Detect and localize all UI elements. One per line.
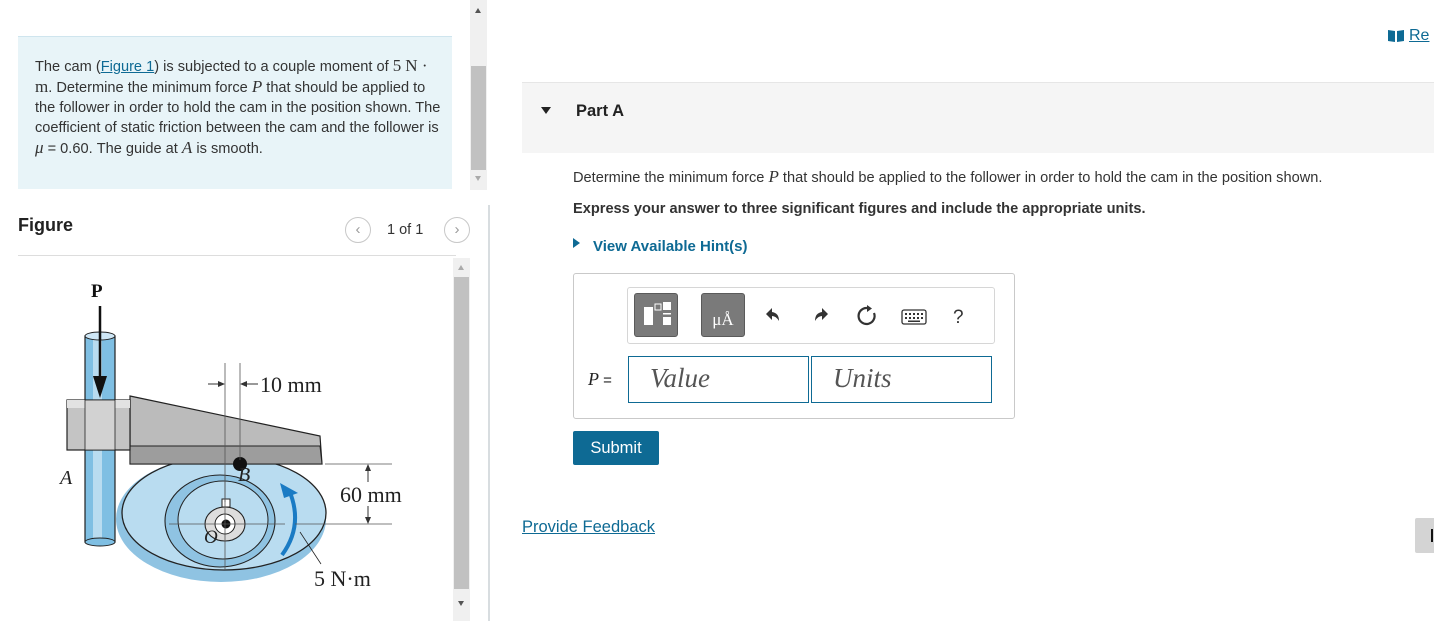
label-point-b: B [238, 464, 250, 486]
scroll-up-arrow-icon[interactable] [475, 8, 481, 13]
label-offset-dimension: 10 mm [260, 372, 322, 397]
question-variable: P [768, 167, 779, 186]
expand-hints-icon[interactable] [573, 238, 580, 248]
view-hints-link[interactable]: View Available Hint(s) [593, 238, 748, 255]
problem-text: The cam (Figure 1) is subjected to a cou… [35, 56, 441, 157]
review-link-text[interactable]: Re [1409, 27, 1429, 45]
book-icon [1388, 30, 1404, 42]
chevron-right-icon: › [454, 221, 460, 238]
figure-pager: 1 of 1 [387, 222, 424, 238]
collapse-part-icon[interactable] [541, 107, 551, 114]
instruction-text: Express your answer to three significant… [573, 201, 1146, 217]
next-part-button[interactable] [1415, 518, 1434, 553]
symbols-button[interactable]: μÅ [701, 293, 745, 337]
problem-scrollbar[interactable] [470, 0, 487, 190]
value-field[interactable] [628, 356, 809, 403]
question-text: Determine the minimum force P that shoul… [573, 167, 1323, 186]
figure-scroll-down-arrow-icon[interactable] [458, 601, 464, 606]
figure-scrollbar[interactable] [453, 258, 470, 621]
scrollbar-thumb[interactable] [471, 66, 486, 170]
submit-button[interactable]: Submit [573, 431, 659, 465]
label-height-dimension: 60 mm [340, 482, 402, 507]
label-moment: 5 N·m [314, 566, 371, 591]
figure-title: Figure [18, 215, 74, 235]
label-point-a: A [58, 467, 73, 489]
keyboard-button[interactable] [899, 308, 929, 331]
undo-button[interactable] [758, 305, 786, 331]
reset-button[interactable] [853, 305, 881, 333]
next-part-icon [1431, 529, 1433, 542]
prev-figure-button[interactable]: ‹ [345, 217, 371, 243]
redo-button[interactable] [808, 305, 836, 331]
reset-icon [857, 305, 876, 326]
templates-button[interactable] [634, 293, 678, 337]
figure-scrollbar-thumb[interactable] [454, 277, 469, 589]
part-a-header[interactable] [522, 82, 1434, 153]
templates-icon [644, 302, 671, 325]
answer-label: P = [588, 369, 612, 389]
symbols-label: μÅ [712, 310, 734, 329]
part-title: Part A [576, 102, 624, 120]
problem-statement: The cam (Figure 1) is subjected to a cou… [18, 36, 452, 189]
scroll-down-arrow-icon[interactable] [475, 176, 481, 181]
panel-divider[interactable] [488, 205, 490, 621]
label-point-o: O [204, 527, 218, 548]
help-button[interactable]: ? [953, 307, 964, 329]
units-field[interactable] [811, 356, 992, 403]
figure-scroll-up-arrow-icon[interactable] [458, 265, 464, 270]
cam-figure: P B A O 10 mm 60 mm 5 N·m [58, 281, 402, 591]
redo-icon [815, 308, 828, 321]
undo-icon [766, 308, 779, 321]
next-figure-button[interactable]: › [444, 217, 470, 243]
chevron-left-icon: ‹ [355, 221, 361, 238]
value-input[interactable] [629, 357, 808, 402]
label-force: P [91, 281, 103, 302]
figure-link[interactable]: Figure 1 [101, 59, 155, 75]
figure-divider [18, 255, 456, 256]
provide-feedback-link[interactable]: Provide Feedback [522, 518, 655, 537]
units-input[interactable] [812, 357, 991, 402]
keyboard-icon [901, 309, 927, 325]
